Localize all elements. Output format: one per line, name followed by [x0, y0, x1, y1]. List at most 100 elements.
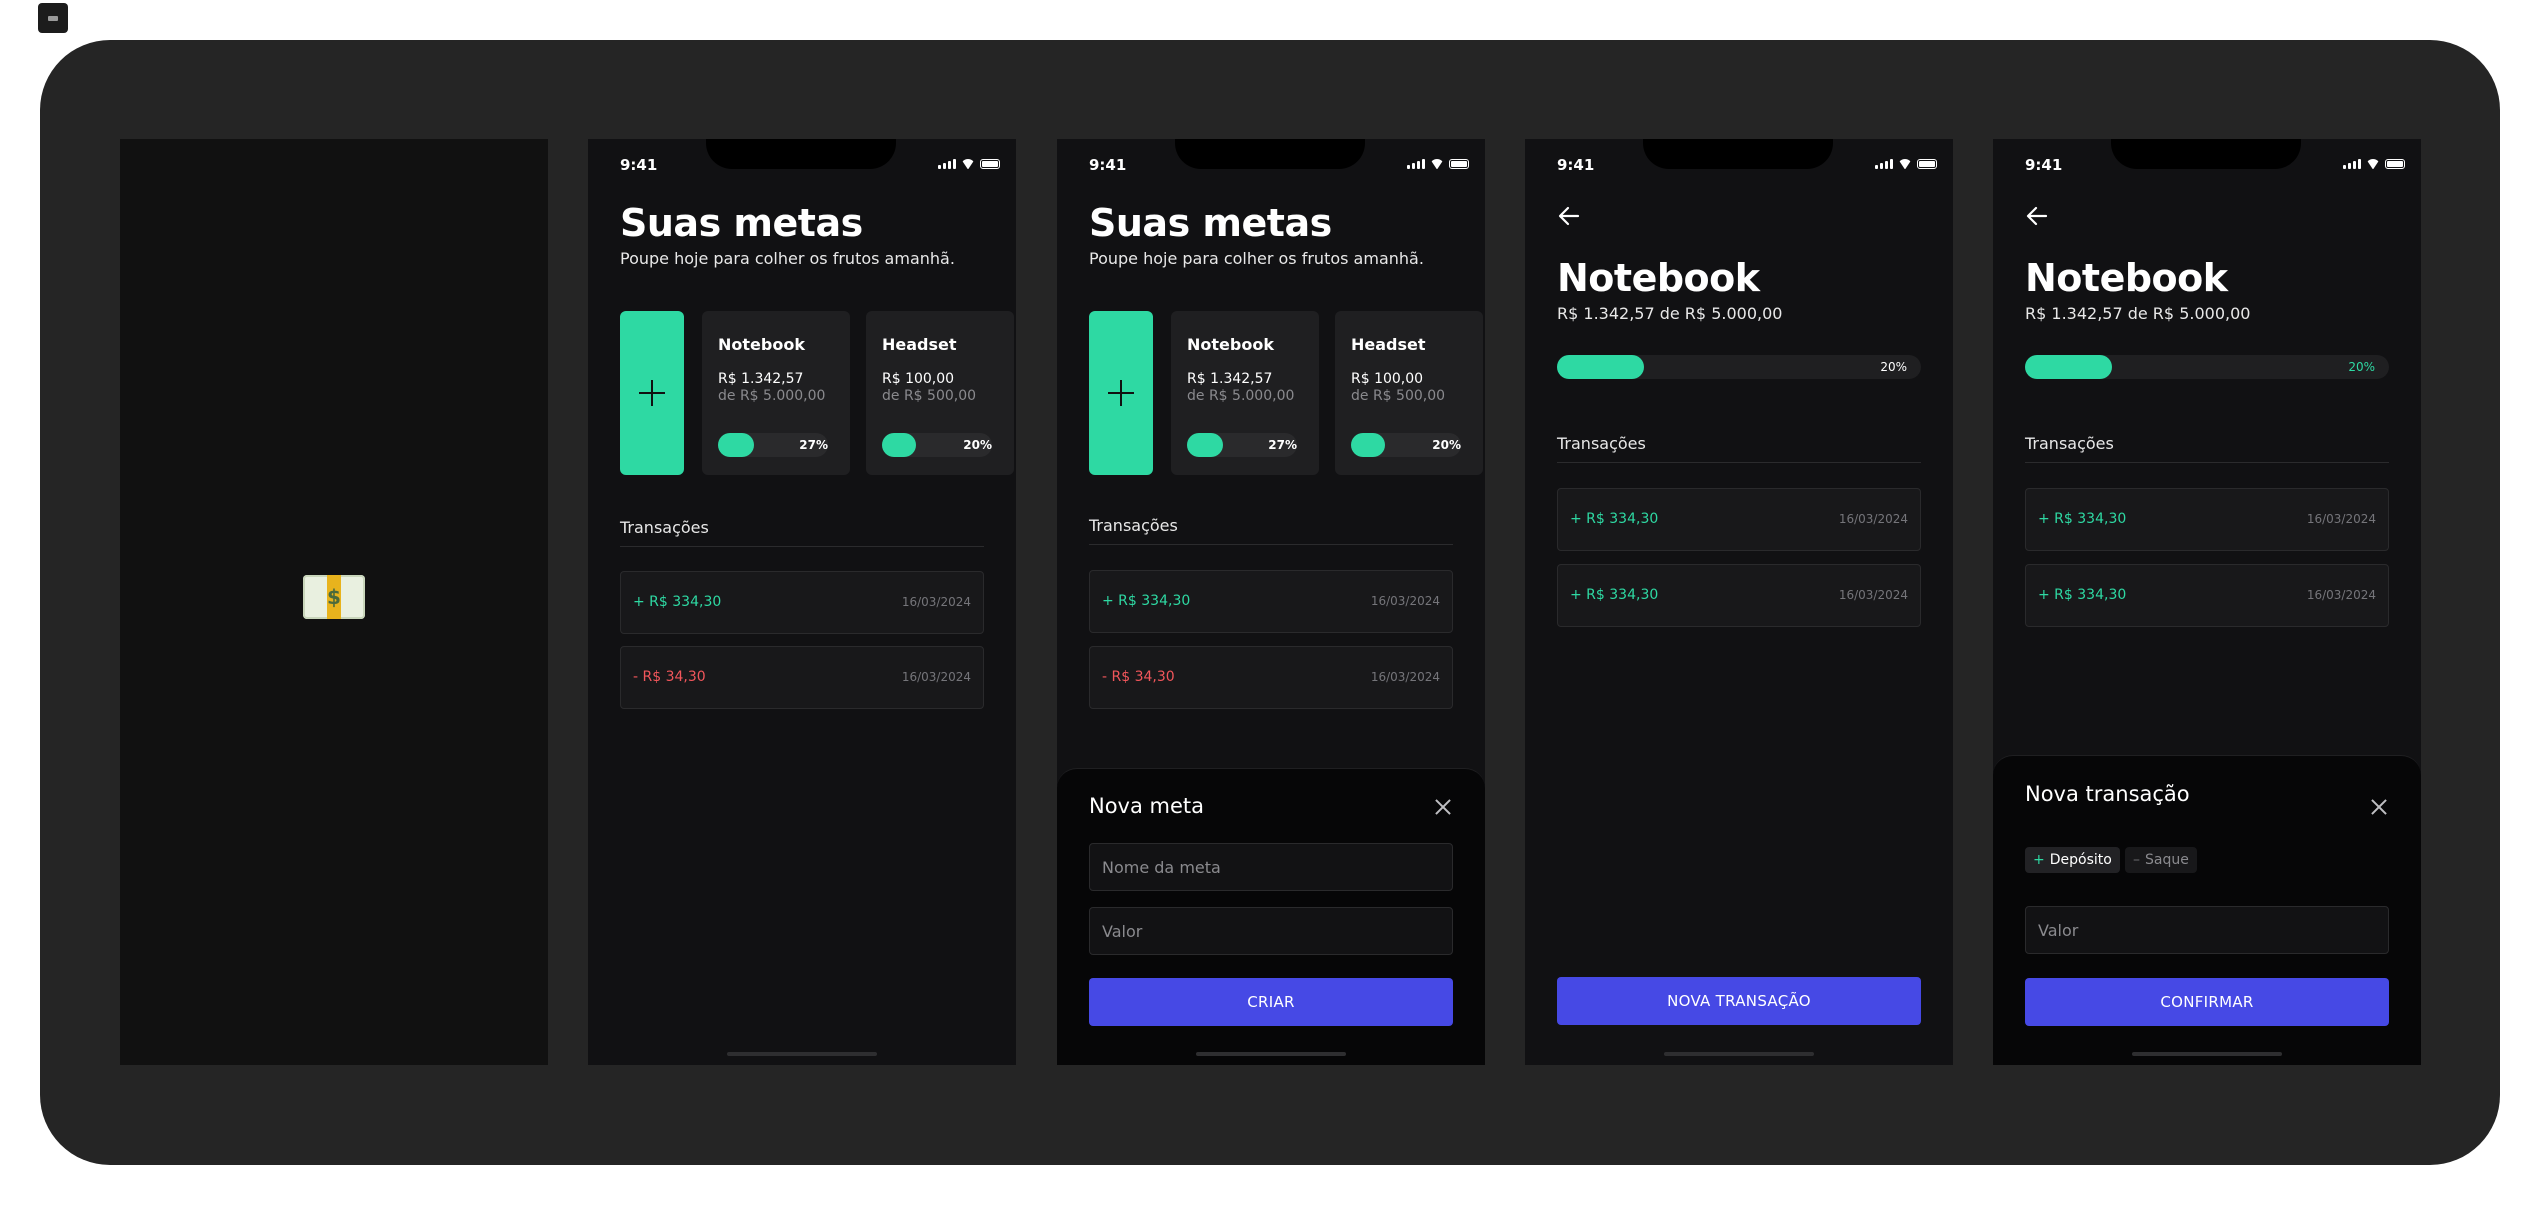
sheet-title: Nova transação: [2025, 782, 2190, 806]
home-indicator: [727, 1052, 877, 1056]
goal-value: R$ 100,00: [882, 371, 955, 387]
home-indicator: [2132, 1052, 2282, 1056]
transaction-row[interactable]: + R$ 334,30 16/03/2024: [2025, 488, 2389, 551]
withdraw-label: Saque: [2145, 852, 2189, 868]
add-goal-button[interactable]: [620, 311, 684, 475]
transaction-amount: + R$ 334,30: [1570, 587, 1659, 603]
transaction-value-input[interactable]: [2025, 906, 2389, 954]
deposit-label: Depósito: [2049, 852, 2112, 868]
goal-progress-fill: [1187, 433, 1223, 457]
device-notch: [2111, 139, 2301, 169]
sheet-title: Nova meta: [1089, 794, 1205, 818]
withdraw-toggle[interactable]: – Saque: [2125, 847, 2197, 873]
goal-percent: 20%: [1432, 438, 1461, 452]
arrow-left-icon[interactable]: [1557, 204, 1581, 228]
device-notch: [1643, 139, 1833, 169]
goal-name: Notebook: [718, 335, 805, 354]
transaction-amount: - R$ 34,30: [633, 669, 706, 685]
transaction-row[interactable]: + R$ 334,30 16/03/2024: [2025, 564, 2389, 627]
goal-card-headset[interactable]: Headset R$ 100,00 de R$ 500,00 20%: [1335, 311, 1483, 475]
divider: [620, 546, 984, 547]
new-transaction-button[interactable]: NOVA TRANSAÇÃO: [1557, 977, 1921, 1025]
plus-small-icon: +: [2033, 852, 2045, 868]
transaction-row[interactable]: + R$ 334,30 16/03/2024: [1089, 570, 1453, 633]
transaction-row[interactable]: - R$ 34,30 16/03/2024: [1089, 646, 1453, 709]
goal-card-notebook[interactable]: Notebook R$ 1.342,57 de R$ 5.000,00 27%: [1171, 311, 1319, 475]
goal-progress-bar: 20%: [882, 433, 992, 457]
home-indicator: [1196, 1052, 1346, 1056]
goal-target: de R$ 5.000,00: [1187, 388, 1295, 404]
page-title: Suas metas: [620, 201, 863, 245]
signal-icon: [2343, 159, 2361, 169]
signal-icon: [1875, 159, 1893, 169]
battery-icon: [980, 159, 1000, 169]
page-subtitle: Poupe hoje para colher os frutos amanhã.: [620, 249, 955, 268]
battery-icon: [1917, 159, 1937, 169]
transaction-row[interactable]: + R$ 334,30 16/03/2024: [1557, 488, 1921, 551]
plus-icon: [1108, 380, 1134, 406]
goal-value: R$ 1.342,57: [1187, 371, 1273, 387]
goal-title: Notebook: [1557, 256, 1760, 300]
transaction-date: 16/03/2024: [2306, 588, 2376, 602]
status-icons: [938, 159, 1000, 169]
transaction-date: 16/03/2024: [1370, 594, 1440, 608]
goal-progress-bar: 27%: [1187, 433, 1297, 457]
goal-percent: 27%: [1268, 438, 1297, 452]
new-goal-sheet: Nova meta CRIAR: [1057, 768, 1485, 1065]
transaction-amount: + R$ 334,30: [2038, 587, 2127, 603]
new-transaction-screen: 9:41 Notebook R$ 1.342,57 de R$ 5.000,00…: [1993, 139, 2421, 1065]
goal-card-notebook[interactable]: Notebook R$ 1.342,57 de R$ 5.000,00 27%: [702, 311, 850, 475]
goal-progress-bar: 20%: [2025, 355, 2389, 379]
status-time: 9:41: [620, 156, 658, 174]
signal-icon: [938, 159, 956, 169]
transaction-date: 16/03/2024: [901, 595, 971, 609]
close-icon[interactable]: [1435, 799, 1451, 815]
page-subtitle: Poupe hoje para colher os frutos amanhã.: [1089, 249, 1424, 268]
goal-progress-fill: [882, 433, 916, 457]
transaction-date: 16/03/2024: [901, 670, 971, 684]
transactions-title: Transações: [2025, 434, 2114, 453]
home-indicator: [1664, 1052, 1814, 1056]
goal-card-headset[interactable]: Headset R$ 100,00 de R$ 500,00 20%: [866, 311, 1014, 475]
goal-detail-screen: 9:41 Notebook R$ 1.342,57 de R$ 5.000,00…: [1525, 139, 1953, 1065]
device-notch: [706, 139, 896, 169]
wifi-icon: [1898, 159, 1912, 169]
goals-screen: 9:41 Suas metas Poupe hoje para colher o…: [588, 139, 1016, 1065]
goal-percent: 27%: [799, 438, 828, 452]
goal-value: R$ 100,00: [1351, 371, 1424, 387]
new-transaction-sheet: Nova transação + Depósito – Saque CONFIR…: [1993, 755, 2421, 1065]
transaction-row[interactable]: + R$ 334,30 16/03/2024: [1557, 564, 1921, 627]
page-title: Suas metas: [1089, 201, 1332, 245]
battery-icon: [2385, 159, 2405, 169]
add-goal-button[interactable]: [1089, 311, 1153, 475]
deposit-toggle[interactable]: + Depósito: [2025, 847, 2120, 873]
goal-value: R$ 1.342,57: [718, 371, 804, 387]
transaction-amount: + R$ 334,30: [2038, 511, 2127, 527]
goal-percent: 20%: [1880, 360, 1907, 374]
create-goal-button[interactable]: CRIAR: [1089, 978, 1453, 1026]
goal-name: Notebook: [1187, 335, 1274, 354]
goal-percent: 20%: [963, 438, 992, 452]
minus-small-icon: –: [2133, 852, 2140, 868]
arrow-left-icon[interactable]: [2025, 204, 2049, 228]
new-goal-screen: 9:41 Suas metas Poupe hoje para colher o…: [1057, 139, 1485, 1065]
transaction-amount: + R$ 334,30: [1102, 593, 1191, 609]
goal-name: Headset: [882, 335, 957, 354]
goal-name-input[interactable]: [1089, 843, 1453, 891]
transaction-date: 16/03/2024: [1838, 512, 1908, 526]
money-bill-icon: [303, 575, 365, 619]
goal-value-input[interactable]: [1089, 907, 1453, 955]
goal-progress-fill: [718, 433, 754, 457]
divider: [1089, 544, 1453, 545]
goal-target: de R$ 500,00: [882, 388, 977, 404]
status-icons: [1407, 159, 1469, 169]
app-icon: [38, 3, 68, 33]
transactions-title: Transações: [1557, 434, 1646, 453]
goal-progress-fill: [1351, 433, 1385, 457]
status-icons: [2343, 159, 2405, 169]
transaction-row[interactable]: - R$ 34,30 16/03/2024: [620, 646, 984, 709]
transaction-date: 16/03/2024: [2306, 512, 2376, 526]
close-icon[interactable]: [2371, 799, 2387, 815]
confirm-button[interactable]: CONFIRMAR: [2025, 978, 2389, 1026]
transaction-row[interactable]: + R$ 334,30 16/03/2024: [620, 571, 984, 634]
